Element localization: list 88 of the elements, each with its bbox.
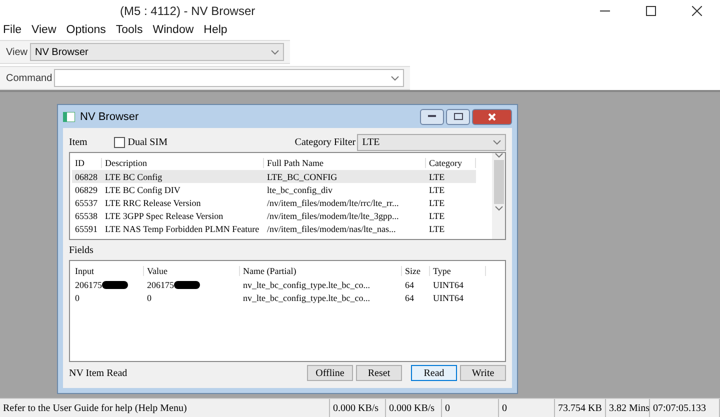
chevron-down-icon — [391, 76, 399, 80]
status-bar-field: 0 — [442, 399, 499, 417]
maximize-icon[interactable] — [646, 6, 656, 16]
table-cell-text: /nv/item_files/modem/lte/rrc/lte_rr... — [266, 198, 400, 208]
view-dropdown[interactable]: NV Browser — [30, 43, 284, 61]
dialog-button[interactable]: Offline — [307, 365, 353, 381]
table-cell-text: LTE — [428, 210, 446, 220]
column-header[interactable]: Size — [402, 266, 430, 276]
column-header[interactable]: ID — [72, 158, 102, 168]
table-cell-text: 65538 — [74, 210, 98, 220]
status-text: NV Item Read — [69, 368, 128, 378]
column-header[interactable]: Description — [102, 158, 264, 168]
table-cell-text: LTE_BC_CONFIG — [266, 172, 338, 182]
status-bar-field: 0.000 KB/s — [386, 399, 442, 417]
table-cell-text: 64 — [404, 292, 415, 302]
table-cell-text: LTE BC Config DIV — [104, 184, 182, 194]
table-cell-text: 64 — [404, 280, 415, 290]
status-bar-field: 3.82 Mins — [606, 399, 650, 417]
column-header[interactable]: Value — [144, 266, 240, 276]
maximize-button[interactable] — [446, 108, 470, 124]
dialog-title: NV Browser — [80, 110, 140, 122]
category-filter-label: Category Filter — [294, 136, 357, 148]
table-cell-text: 0 — [146, 292, 152, 302]
table-cell-text: LTE 3GPP Spec Release Version — [104, 210, 224, 220]
table-cell-text: /nv/item_files/modem/nas/lte_nas... — [266, 224, 397, 234]
table-cell-text: LTE — [428, 198, 446, 208]
table-cell-text: LTE — [428, 184, 446, 194]
status-bar-field: 0.000 KB/s — [330, 399, 386, 417]
table-cell-text: 65591 — [74, 224, 98, 234]
status-bar-field: 0 — [499, 399, 555, 417]
status-bar-field: 73.754 KB — [555, 399, 606, 417]
table-cell-text: /nv/item_files/modem/lte/lte_3gpp... — [266, 210, 400, 220]
field-row[interactable]: 0 0 nv_lte_bc_config_type.lte_bc_co... 64 UINT64 — [72, 291, 505, 304]
table-cell-text: UINT64 — [432, 280, 464, 290]
table-cell-text: LTE RRC Release Version — [104, 198, 202, 208]
table-cell-text: 06829 — [74, 184, 98, 194]
item-label: Item — [69, 136, 88, 148]
menu-item[interactable]: Window — [152, 24, 194, 36]
scrollbar[interactable] — [492, 153, 505, 239]
table-cell-text: LTE — [428, 172, 446, 182]
window-icon — [63, 112, 75, 122]
table-cell-text: LTE — [428, 224, 446, 234]
nv-item-row[interactable]: 65591 LTE NAS Temp Forbidden PLMN Feature /nv/item_files/modem/nas/lte_nas... LTE — [72, 222, 476, 235]
close-icon — [488, 112, 496, 120]
menu-item[interactable]: Help — [204, 24, 228, 36]
column-header[interactable]: Type — [430, 266, 486, 276]
command-field[interactable] — [54, 69, 404, 87]
window-title: (M5 : 4112) - NV Browser — [120, 4, 256, 18]
column-header[interactable]: Full Path Name — [264, 158, 426, 168]
maximize-icon — [454, 113, 462, 120]
dual-sim-label: Dual SIM — [128, 136, 168, 148]
dialog-button[interactable]: Write — [460, 365, 506, 381]
nv-item-row[interactable]: 06829 LTE BC Config DIV lte_bc_config_div LTE — [72, 183, 476, 196]
dialog-button[interactable]: Reset — [356, 365, 402, 381]
nv-item-row[interactable]: 65538 LTE 3GPP Spec Release Version /nv/item_files/modem/lte/lte_3gpp... LTE — [72, 209, 476, 222]
menu-item[interactable]: Tools — [116, 24, 143, 36]
table-cell-text: LTE NAS Temp Forbidden PLMN Feature — [104, 224, 260, 234]
table-cell-text: 06828 — [74, 172, 98, 182]
menu-item[interactable]: Options — [66, 24, 106, 36]
table-cell-text: 0 — [74, 292, 80, 302]
table-cell: 206175 — [144, 280, 240, 290]
category-filter-dropdown[interactable]: LTE — [357, 134, 506, 150]
table-cell-text: lte_bc_config_div — [266, 184, 334, 194]
nv-item-row[interactable]: 06828 LTE BC Config LTE_BC_CONFIG LTE — [72, 170, 476, 183]
minimize-icon — [428, 115, 436, 118]
table-cell-text: nv_lte_bc_config_type.lte_bc_co... — [242, 292, 371, 302]
dialog-button[interactable]: Read — [411, 365, 457, 381]
nv-item-row[interactable]: 65537 LTE RRC Release Version /nv/item_files/modem/lte/rrc/lte_rr... LTE — [72, 196, 476, 209]
close-button[interactable] — [472, 108, 512, 124]
column-header[interactable]: Name (Partial) — [240, 266, 402, 276]
fields-label: Fields — [69, 244, 94, 256]
table-cell-text: UINT64 — [432, 292, 464, 302]
close-icon[interactable] — [692, 6, 702, 16]
dual-sim-checkbox[interactable] — [114, 136, 125, 148]
column-header[interactable]: Input — [72, 266, 144, 276]
status-bar-field: 07:07:05.133 — [650, 399, 720, 417]
table-cell: 206175 — [72, 280, 144, 290]
table-cell-text: nv_lte_bc_config_type.lte_bc_co... — [242, 280, 371, 290]
chevron-down-icon — [271, 50, 279, 54]
menu-item[interactable]: File — [3, 24, 22, 36]
table-cell-text: 65537 — [74, 198, 98, 208]
menu-item[interactable]: View — [32, 24, 56, 36]
chevron-down-icon — [494, 153, 502, 158]
table-cell-text: LTE BC Config — [104, 172, 164, 182]
column-header[interactable]: Category — [426, 158, 476, 168]
minimize-button[interactable] — [420, 108, 444, 124]
status-bar-field: Refer to the User Guide for help (Help Menu) — [0, 399, 330, 417]
chevron-down-icon — [494, 206, 502, 211]
